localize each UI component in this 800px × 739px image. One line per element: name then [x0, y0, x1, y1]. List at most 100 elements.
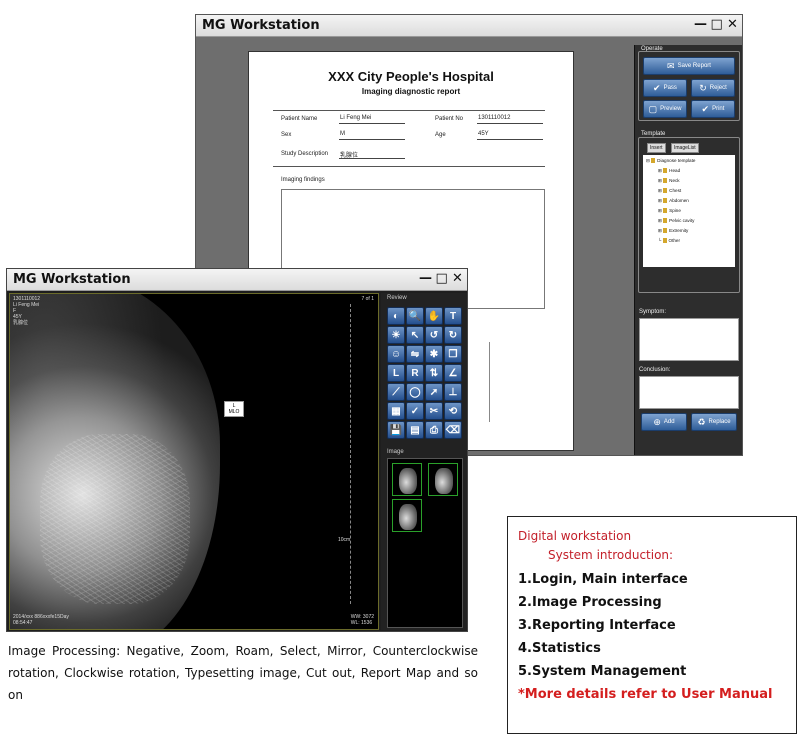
save-button[interactable]: 💾 — [387, 421, 405, 439]
close-icon[interactable]: ✕ — [727, 17, 738, 32]
save-icon: 💾 — [389, 425, 403, 436]
check-button[interactable]: ✓ — [406, 402, 424, 420]
ruler-icon: ⟋ — [392, 387, 400, 398]
mirror-icon: ⇋ — [410, 349, 420, 360]
cw-rotate-button[interactable]: ↻ — [444, 326, 462, 344]
reset-button[interactable]: ⟲ — [444, 402, 462, 420]
thumbnail[interactable] — [428, 463, 458, 496]
tree-item[interactable]: └ Other — [646, 238, 732, 248]
diagnosis-area[interactable] — [489, 342, 545, 422]
tree-item[interactable]: ⊞ Neck — [646, 178, 732, 188]
roam-button[interactable]: ✋ — [425, 307, 443, 325]
minimize-icon[interactable]: — — [694, 17, 707, 32]
patient-name-field[interactable]: Li Feng Mei — [339, 115, 405, 124]
angle-button[interactable]: ∠ — [444, 364, 462, 382]
ccw-rotate-icon: ↺ — [429, 330, 439, 341]
study-description-field[interactable]: 乳腺位 — [339, 150, 405, 159]
negative-button[interactable]: ◐ — [387, 307, 405, 325]
window-level-button[interactable]: ☀ — [387, 326, 405, 344]
ccw-rotate-button[interactable]: ↺ — [425, 326, 443, 344]
face-button[interactable]: ☺ — [387, 345, 405, 363]
pass-button[interactable]: ✔ Pass — [643, 79, 687, 97]
tree-item[interactable]: ⊞ Head — [646, 168, 732, 178]
patient-overlay: 1301110012 Li Feng Mei F 45Y 乳腺位 — [13, 296, 41, 326]
text-button[interactable]: T — [444, 307, 462, 325]
flip-button[interactable]: ⇅ — [425, 364, 443, 382]
tab-insert[interactable]: Insert — [647, 143, 666, 153]
close-icon[interactable]: ✕ — [452, 271, 463, 286]
folder-icon — [651, 158, 656, 164]
patient-no-field[interactable]: 1301110012 — [477, 115, 543, 124]
cut-button[interactable]: ✂ — [425, 402, 443, 420]
tree-item[interactable]: ⊞ Extremity — [646, 228, 732, 238]
select-icon: ↖ — [410, 330, 420, 341]
tree-item[interactable]: ⊞ Pelvic cavity — [646, 218, 732, 228]
tree-item[interactable]: ⊞ Spine — [646, 208, 732, 218]
zoom-button[interactable]: 🔍 — [406, 307, 424, 325]
folder-icon — [663, 218, 668, 224]
mirror-button[interactable]: ⇋ — [406, 345, 424, 363]
tab-image-list[interactable]: ImageList — [671, 143, 699, 153]
layout-button[interactable]: ▦ — [387, 402, 405, 420]
arrow-button[interactable]: ➚ — [425, 383, 443, 401]
check-icon: ✔ — [653, 82, 661, 93]
save-report-button[interactable]: ✉ Save Report — [643, 57, 735, 75]
report-map-icon: ▤ — [410, 425, 420, 436]
image-window: MG Workstation — □ ✕ 1301110012 Li Feng … — [6, 268, 468, 632]
intro-subtitle: System introduction: — [548, 548, 674, 562]
reject-button[interactable]: ↻ Reject — [691, 79, 735, 97]
intro-item: 1.Login, Main interface — [518, 572, 688, 587]
thumbnail-list — [387, 458, 463, 628]
sex-field[interactable]: M — [339, 131, 405, 140]
arrow-icon: ➚ — [429, 387, 439, 398]
maximize-icon[interactable]: □ — [710, 17, 722, 32]
reject-icon: ↻ — [699, 82, 707, 93]
zoom-icon: 🔍 — [408, 311, 422, 322]
tree-item[interactable]: ⊞ Abdomen — [646, 198, 732, 208]
add-button[interactable]: ⊕ Add — [641, 413, 687, 431]
patient-name-label: Patient Name — [281, 116, 318, 122]
study-description-label: Study Description — [281, 151, 329, 157]
operate-panel: Operate ✉ Save Report ✔ Pass ↻ Reject ▢ … — [634, 45, 742, 455]
thumbnail[interactable] — [392, 463, 422, 496]
age-field[interactable]: 45Y — [477, 131, 543, 140]
image-list-label: Image — [387, 449, 404, 455]
print-icon: ⎙ — [430, 425, 438, 436]
print-button[interactable]: ✔ Print — [691, 100, 735, 118]
folder-icon — [663, 228, 668, 234]
ruler-button[interactable]: ⟋ — [387, 383, 405, 401]
tree-root[interactable]: ⊟ Diagnose template — [646, 158, 732, 168]
minimize-icon[interactable]: — — [419, 271, 432, 286]
maximize-icon[interactable]: □ — [435, 271, 447, 286]
replace-button[interactable]: ♻ Replace — [691, 413, 737, 431]
eraser-button[interactable]: ⌫ — [444, 421, 462, 439]
system-introduction-box: Digital workstation System introduction:… — [507, 516, 797, 734]
conclusion-label: Conclusion: — [639, 367, 671, 373]
cobb-button[interactable]: ⊥ — [444, 383, 462, 401]
preview-button[interactable]: ▢ Preview — [643, 100, 687, 118]
report-map-button[interactable]: ▤ — [406, 421, 424, 439]
sex-label: Sex — [281, 132, 292, 138]
conclusion-textarea[interactable] — [639, 376, 739, 409]
symptom-label: Symptom: — [639, 309, 667, 315]
select-button[interactable]: ↖ — [406, 326, 424, 344]
print-button[interactable]: ⎙ — [425, 421, 443, 439]
report-window-titlebar[interactable]: MG Workstation — □ ✕ — [196, 15, 742, 37]
eraser-icon: ⌫ — [445, 425, 461, 436]
view-marker[interactable]: L MLO — [224, 401, 244, 417]
mammogram-viewport[interactable]: 1301110012 Li Feng Mei F 45Y 乳腺位 7 of 1 … — [9, 293, 379, 630]
ellipse-button[interactable]: ◯ — [406, 383, 424, 401]
face-icon: ☺ — [390, 349, 402, 360]
left-marker-button[interactable]: L — [387, 364, 405, 382]
person-button[interactable]: ✱ — [425, 345, 443, 363]
window-level-overlay: WW: 3072 WL: 1536 — [350, 614, 374, 626]
tool-grid: ◐ 🔍 ✋ T ☀ ↖ ↺ ↻ ☺ ⇋ ✱ ❐ L R ⇅ ∠ ⟋ ◯ ➚ ⊥ ▦ ✓ ✂ ⟲ 💾 ▤ ⎙ ⌫ — [387, 307, 463, 439]
cw-rotate-icon: ↻ — [448, 330, 458, 341]
copy-button[interactable]: ❐ — [444, 345, 462, 363]
thumbnail[interactable] — [392, 499, 422, 532]
image-window-titlebar[interactable]: MG Workstation — □ ✕ — [7, 269, 467, 291]
symptom-textarea[interactable] — [639, 318, 739, 361]
intro-item: 2.Image Processing — [518, 595, 662, 610]
tree-item[interactable]: ⊞ Chest — [646, 188, 732, 198]
right-marker-button[interactable]: R — [406, 364, 424, 382]
